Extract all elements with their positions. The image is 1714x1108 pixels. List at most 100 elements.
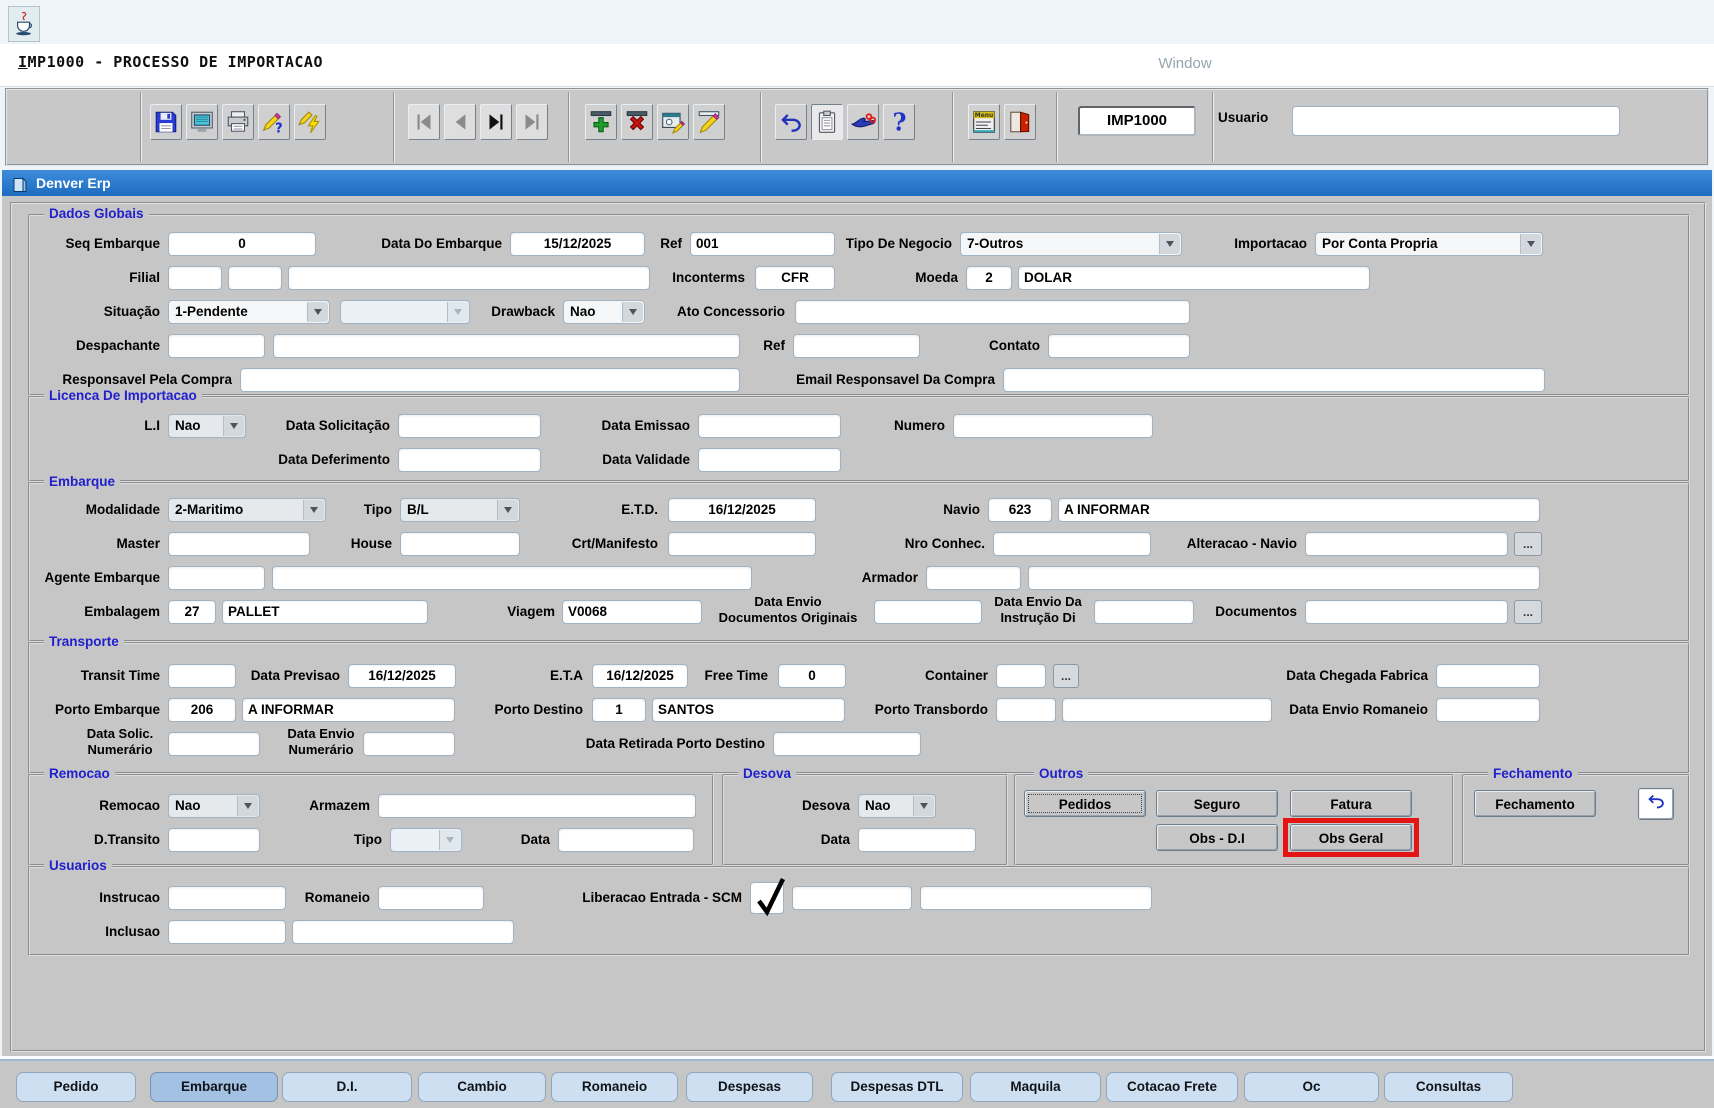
moeda-code-field[interactable]: 2 [966,266,1012,290]
armazem-field[interactable] [378,794,696,818]
filial-name-field[interactable] [288,266,650,290]
responsavel-pela-compra-field[interactable] [240,368,740,392]
desova-data-field[interactable] [858,828,976,852]
data-retirada-porto-field[interactable] [773,732,921,756]
importacao-select[interactable]: Por Conta Propria [1315,232,1543,256]
porto-embarque-name-field[interactable]: A INFORMAR [242,698,455,722]
alteracao-navio-field[interactable] [1305,532,1508,556]
documentos-more-button[interactable]: ... [1514,600,1542,624]
ref-field[interactable]: 001 [690,232,835,256]
data-envio-romaneio-field[interactable] [1436,698,1540,722]
agente-embarque-code-field[interactable] [168,566,265,590]
navio-name-field[interactable]: A INFORMAR [1058,498,1540,522]
tab-cambio[interactable]: Cambio [418,1072,546,1102]
email-responsavel-field[interactable] [1003,368,1545,392]
tipo-de-negocio-select[interactable]: 7-Outros [960,232,1182,256]
armador-code-field[interactable] [926,566,1021,590]
ato-concessorio-field[interactable] [795,300,1190,324]
tab-maquila[interactable]: Maquila [970,1072,1101,1102]
etd-field[interactable]: 16/12/2025 [668,498,816,522]
delete-record-button[interactable] [621,104,653,140]
tab-embarque[interactable]: Embarque [150,1072,278,1102]
armador-name-field[interactable] [1028,566,1540,590]
execute-query-button[interactable] [294,104,326,140]
insert-record-button[interactable] [585,104,617,140]
container-field[interactable] [996,664,1046,688]
inclusao-date-field[interactable] [292,920,514,944]
menu-button[interactable]: Menu [968,104,1000,140]
pedidos-button[interactable]: Pedidos [1024,790,1146,817]
display-button[interactable] [186,104,218,140]
remocao-data-field[interactable] [558,828,694,852]
navio-code-field[interactable]: 623 [988,498,1052,522]
data-do-embarque-field[interactable]: 15/12/2025 [510,232,645,256]
inconterms-field[interactable]: CFR [755,266,835,290]
crt-manifesto-field[interactable] [668,532,816,556]
edit-record-button[interactable] [693,104,725,140]
first-record-button[interactable] [408,104,440,140]
data-validade-field[interactable] [698,448,841,472]
numero-field[interactable] [953,414,1153,438]
tab-consultas[interactable]: Consultas [1384,1072,1513,1102]
contato-field[interactable] [1048,334,1190,358]
instrucao-field[interactable] [168,886,286,910]
exit-button[interactable] [1004,104,1036,140]
liberacao-checkbox[interactable] [750,882,784,914]
porto-destino-name-field[interactable]: SANTOS [652,698,845,722]
embalagem-name-field[interactable]: PALLET [222,600,428,624]
despachante-name-field[interactable] [273,334,740,358]
despachante-code-field[interactable] [168,334,265,358]
house-field[interactable] [400,532,520,556]
tab-despesas[interactable]: Despesas [686,1072,813,1102]
obs-di-button[interactable]: Obs - D.I [1156,824,1278,851]
inclusao-user-field[interactable] [168,920,286,944]
query-record-button[interactable] [657,104,689,140]
romaneio-field[interactable] [378,886,484,910]
data-emissao-field[interactable] [698,414,841,438]
transit-time-field[interactable] [168,664,236,688]
tab-despesas-dtl[interactable]: Despesas DTL [831,1072,963,1102]
porto-embarque-code-field[interactable]: 206 [168,698,236,722]
container-more-button[interactable]: ... [1053,664,1079,688]
data-envio-numerario-field[interactable] [363,732,455,756]
moeda-name-field[interactable]: DOLAR [1018,266,1370,290]
nro-conhec-field[interactable] [993,532,1151,556]
agente-embarque-name-field[interactable] [272,566,752,590]
data-envio-instrucao-field[interactable] [1094,600,1194,624]
menu-window[interactable]: Window [1145,55,1225,72]
data-previsao-field[interactable]: 16/12/2025 [348,664,456,688]
print-button[interactable] [222,104,254,140]
lock-record-button[interactable] [847,104,879,140]
porto-transbordo-name-field[interactable] [1062,698,1272,722]
modalidade-select[interactable]: 2-Maritimo [168,498,326,522]
seguro-button[interactable]: Seguro [1156,790,1278,817]
porto-transbordo-code-field[interactable] [996,698,1056,722]
li-select[interactable]: Nao [168,414,246,438]
d-transito-field[interactable] [168,828,260,852]
previous-record-button[interactable] [444,104,476,140]
alteracao-navio-more-button[interactable]: ... [1514,532,1542,556]
tab-cotacao-frete[interactable]: Cotacao Frete [1106,1072,1238,1102]
data-solic-numerario-field[interactable] [168,732,260,756]
save-button[interactable] [150,104,182,140]
liberacao-user-field[interactable] [792,886,912,910]
tab-oc[interactable]: Oc [1244,1072,1379,1102]
tab-di[interactable]: D.I. [282,1072,412,1102]
fechamento-undo-button[interactable] [1638,788,1674,820]
porto-destino-code-field[interactable]: 1 [592,698,646,722]
tab-romaneio[interactable]: Romaneio [551,1072,678,1102]
undo-button[interactable] [775,104,807,140]
fatura-button[interactable]: Fatura [1290,790,1412,817]
desova-select[interactable]: Nao [858,794,936,818]
liberacao-date-field[interactable] [920,886,1152,910]
help-button[interactable]: ? [883,104,915,140]
tipo-select[interactable]: B/L [400,498,520,522]
filial-code2-field[interactable] [228,266,282,290]
usuario-input[interactable] [1292,106,1620,136]
data-chegada-fabrica-field[interactable] [1436,664,1540,688]
embalagem-code-field[interactable]: 27 [168,600,216,624]
clipboard-button[interactable] [811,104,843,140]
enter-query-button[interactable]: ? [258,104,290,140]
situacao-select[interactable]: 1-Pendente [168,300,330,324]
last-record-button[interactable] [516,104,548,140]
